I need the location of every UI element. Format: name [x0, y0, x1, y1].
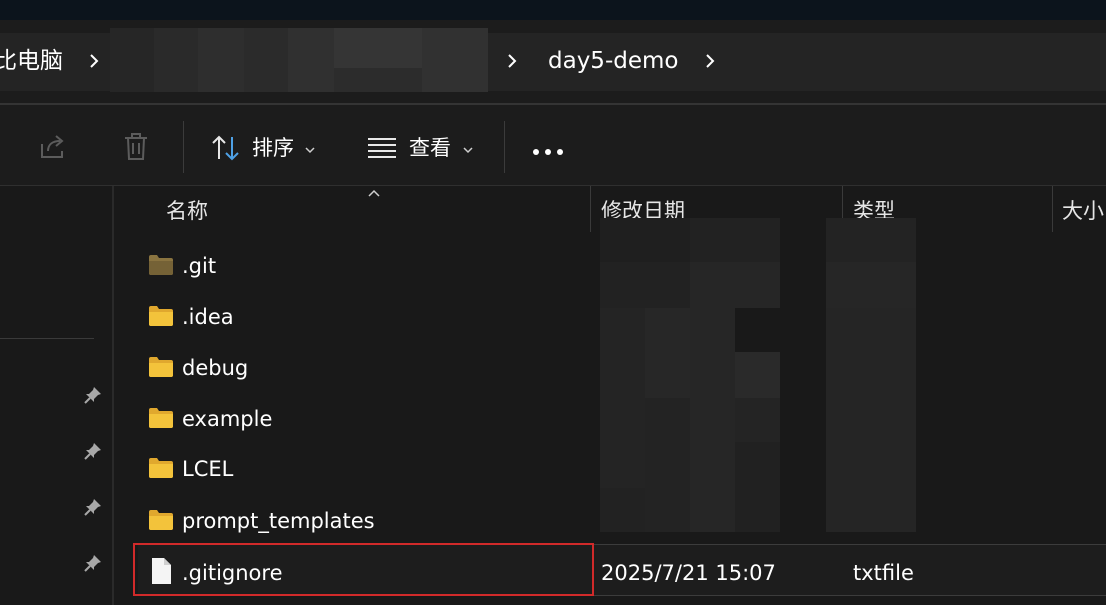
view-button[interactable]: 查看 [409, 133, 451, 163]
pin-icon[interactable] [83, 553, 103, 573]
share-icon[interactable] [38, 132, 68, 162]
more-icon[interactable] [531, 142, 565, 155]
text-file-icon [150, 557, 172, 585]
folder-icon [148, 305, 174, 327]
file-name[interactable]: LCEL [182, 453, 233, 485]
view-icon[interactable] [367, 136, 397, 160]
file-row-idea[interactable]: .idea [138, 293, 1106, 343]
breadcrumb-hidden-folder[interactable] [110, 28, 488, 92]
file-row-prompt-templates[interactable]: prompt_templates [138, 497, 1106, 547]
file-row-debug[interactable]: debug [138, 344, 1106, 394]
pin-icon[interactable] [83, 441, 103, 461]
pin-icon[interactable] [83, 497, 103, 517]
file-name[interactable]: example [182, 403, 272, 435]
chevron-right-icon[interactable] [84, 49, 104, 73]
title-strip [0, 0, 1106, 20]
file-name[interactable]: debug [182, 352, 248, 384]
navigation-pane-splitter[interactable] [112, 186, 114, 605]
sort-ascending-icon [366, 184, 382, 197]
file-row-lcel[interactable]: LCEL [138, 445, 1106, 495]
folder-icon [148, 356, 174, 378]
file-name[interactable]: prompt_templates [182, 505, 375, 537]
sort-button[interactable]: 排序 [252, 133, 294, 163]
column-header-name[interactable]: 名称 [166, 196, 208, 226]
file-name[interactable]: .git [182, 250, 216, 282]
folder-icon [148, 407, 174, 429]
column-header-size[interactable]: 大小 [1062, 196, 1104, 226]
file-name[interactable]: .idea [182, 301, 234, 333]
file-type: txtfile [853, 561, 914, 585]
pin-icon[interactable] [83, 385, 103, 405]
chevron-right-icon[interactable] [502, 49, 522, 73]
folder-icon [148, 254, 174, 276]
file-date-modified: 2025/7/21 15:07 [601, 561, 776, 585]
chevron-down-icon[interactable] [461, 141, 475, 154]
chevron-down-icon[interactable] [303, 141, 317, 154]
chevron-right-icon[interactable] [700, 49, 720, 73]
file-row-git[interactable]: .git [138, 242, 1106, 292]
folder-icon [148, 509, 174, 531]
folder-icon [148, 457, 174, 479]
file-row-example[interactable]: example [138, 395, 1106, 445]
file-name[interactable]: .gitignore [182, 557, 283, 589]
sort-icon[interactable] [210, 134, 242, 162]
breadcrumb-day5-demo[interactable]: day5-demo [548, 43, 678, 79]
trash-icon[interactable] [122, 131, 150, 163]
toolbar-separator [183, 121, 184, 173]
toolbar-divider [0, 185, 1106, 186]
breadcrumb-this-pc[interactable]: 比电脑 [0, 43, 63, 79]
navigation-separator [0, 338, 94, 339]
toolbar-separator [504, 121, 505, 173]
column-separator[interactable] [1052, 186, 1053, 232]
column-separator[interactable] [590, 186, 591, 232]
